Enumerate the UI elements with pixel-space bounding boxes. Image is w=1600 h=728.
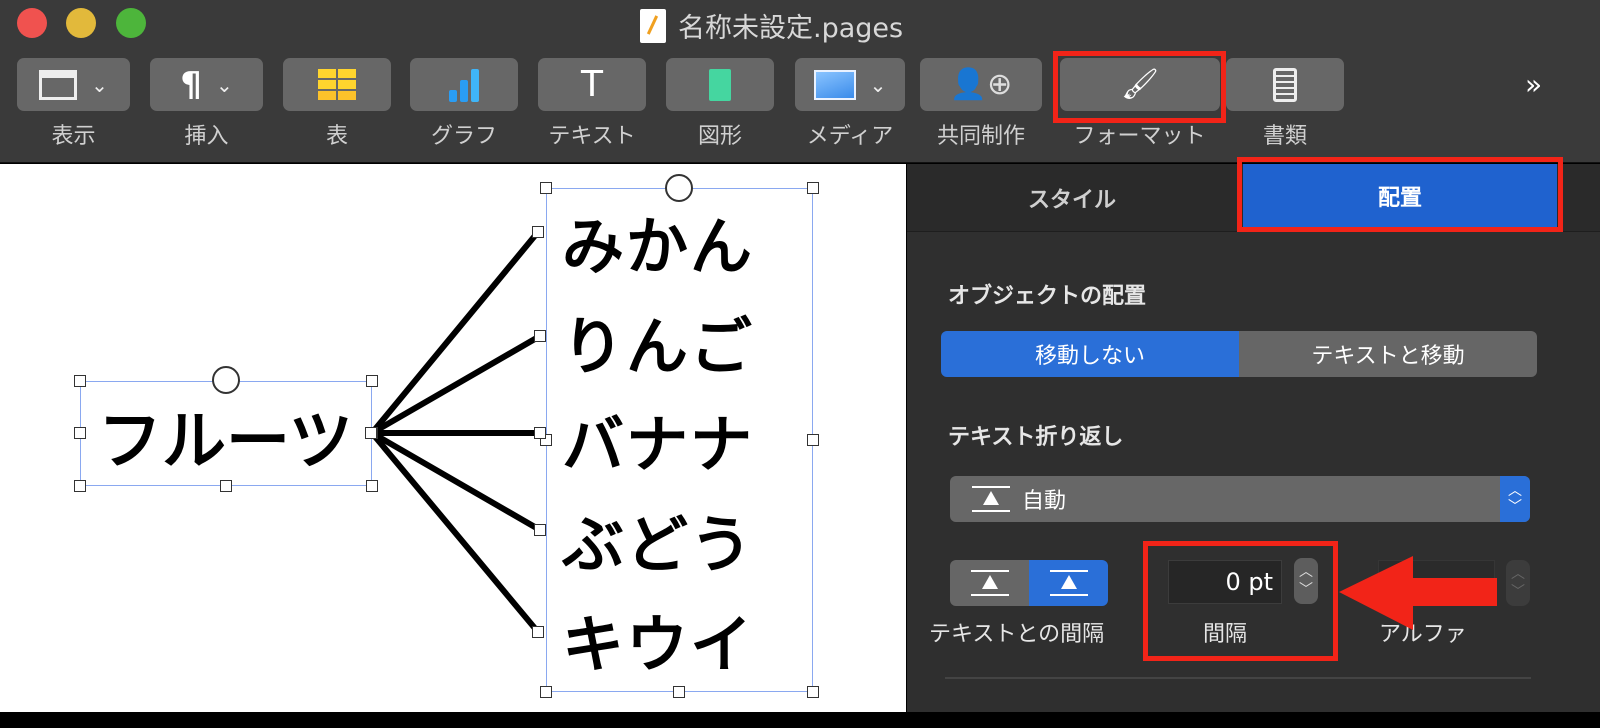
wrap-auto-icon (972, 486, 1010, 512)
toolbar-label: メディア (806, 124, 894, 149)
pilcrow-icon: ¶ (180, 64, 202, 105)
root-text: フルーツ (98, 405, 353, 479)
chevron-down-icon: ⌄ (869, 72, 887, 97)
connector-line (369, 333, 543, 436)
minimize-button[interactable] (66, 8, 96, 38)
list-item: キウイ (562, 608, 755, 681)
media-icon (813, 69, 856, 100)
resize-handle[interactable] (540, 686, 552, 698)
resize-handle[interactable] (220, 480, 232, 492)
wrap-shape-icon (1049, 570, 1088, 596)
resize-handle[interactable] (366, 480, 378, 492)
shape-icon (709, 68, 731, 101)
text-fit-segmented (950, 560, 1108, 606)
connector-handle[interactable] (365, 427, 377, 439)
connector-line (369, 430, 541, 635)
resize-handle[interactable] (807, 686, 819, 698)
toolbar-shape-button[interactable] (666, 58, 774, 111)
view-layout-icon (39, 69, 78, 100)
table-icon (318, 69, 356, 100)
list-item: りんご (562, 310, 755, 383)
annotation-highlight-box (1053, 51, 1226, 123)
format-inspector: スタイル 配置 オブジェクトの配置 移動しない テキストと移動 テキスト折り返し… (907, 157, 1600, 712)
stay-on-page-option[interactable]: 移動しない (941, 331, 1239, 377)
list-item: ぶどう (562, 508, 755, 581)
chart-icon (449, 68, 479, 102)
resize-handle[interactable] (74, 375, 86, 387)
pages-document-icon (640, 8, 666, 43)
chevron-down-icon: ⌄ (91, 72, 108, 97)
annotation-highlight-box (1237, 157, 1563, 232)
toolbar-label: フォーマット (1073, 124, 1206, 149)
close-button[interactable] (17, 8, 47, 38)
resize-handle[interactable] (673, 686, 685, 698)
wrap-bounds-option[interactable] (950, 560, 1029, 606)
resize-handle[interactable] (74, 480, 86, 492)
connector-line (369, 430, 543, 533)
document-icon (1273, 67, 1297, 102)
resize-handle[interactable] (540, 182, 552, 194)
text-spacing-label: テキストとの間隔 (929, 622, 1105, 647)
resize-handle[interactable] (366, 375, 378, 387)
text-icon: T (581, 64, 603, 105)
text-wrap-dropdown[interactable]: 自動 ︿ ﹀ (950, 476, 1530, 522)
toolbar-label: テキスト (548, 124, 636, 149)
connector-handle[interactable] (532, 226, 544, 238)
divider (945, 677, 1531, 679)
toolbar-label: 共同制作 (936, 124, 1025, 149)
toolbar-view-button[interactable]: ⌄ (17, 58, 130, 111)
resize-handle[interactable] (807, 434, 819, 446)
resize-handle[interactable] (74, 427, 86, 439)
chevron-down-icon: ⌄ (215, 72, 233, 97)
connector-handle[interactable] (534, 524, 546, 536)
object-placement-heading: オブジェクトの配置 (948, 284, 1147, 309)
resize-handle[interactable] (807, 182, 819, 194)
zoom-button[interactable] (116, 8, 146, 38)
alpha-stepper[interactable]: ︿ ﹀ (1506, 560, 1530, 606)
wrap-bounds-icon (970, 570, 1009, 596)
tab-style[interactable]: スタイル (937, 182, 1207, 214)
toolbar-media-button[interactable]: ⌄ (795, 58, 905, 111)
toolbar-chart-button[interactable] (410, 58, 518, 111)
toolbar-table-button[interactable] (283, 58, 391, 111)
wrap-shape-option[interactable] (1029, 560, 1108, 606)
collaborate-icon: 👤⊕ (949, 67, 1013, 102)
text-wrap-heading: テキスト折り返し (948, 425, 1124, 450)
text-wrap-value: 自動 (1022, 489, 1067, 514)
toolbar-label: グラフ (430, 124, 497, 149)
object-placement-segmented: 移動しない テキストと移動 (941, 331, 1537, 377)
toolbar-label: 挿入 (184, 124, 229, 149)
toolbar-document-button[interactable] (1226, 58, 1344, 111)
connector-handle[interactable] (532, 626, 544, 638)
toolbar-insert-button[interactable]: ¶ ⌄ (150, 58, 263, 111)
connector-line (369, 229, 541, 436)
connector-handle[interactable] (534, 330, 546, 342)
rotate-handle[interactable] (212, 366, 240, 394)
annotation-arrow (1339, 556, 1497, 630)
connector-handle[interactable] (534, 427, 546, 439)
toolbar-overflow-button[interactable]: » (1525, 68, 1542, 101)
toolbar-collaborate-button[interactable]: 👤⊕ (920, 58, 1042, 111)
list-item: みかん (562, 210, 755, 283)
toolbar-label: 図形 (697, 124, 742, 149)
list-item: バナナ (562, 408, 755, 481)
toolbar-label: 表示 (51, 124, 96, 149)
document-canvas[interactable]: フルーツ みかん りんご バナナ ぶどう キウイ (0, 164, 906, 712)
title-bar: 名称未設定.pages ⌄ 表示 ¶ ⌄ 挿入 表 グラフ T テキスト 図形 ⌄… (0, 0, 1600, 163)
move-with-text-option[interactable]: テキストと移動 (1239, 331, 1537, 377)
dropdown-stepper-icon: ︿ ﹀ (1500, 476, 1530, 522)
toolbar-label: 書類 (1262, 124, 1307, 149)
toolbar-text-button[interactable]: T (538, 58, 646, 111)
toolbar-label: 表 (325, 124, 348, 149)
rotate-handle[interactable] (665, 174, 693, 202)
window-title: 名称未設定.pages (640, 6, 903, 45)
annotation-highlight-box (1143, 541, 1338, 661)
